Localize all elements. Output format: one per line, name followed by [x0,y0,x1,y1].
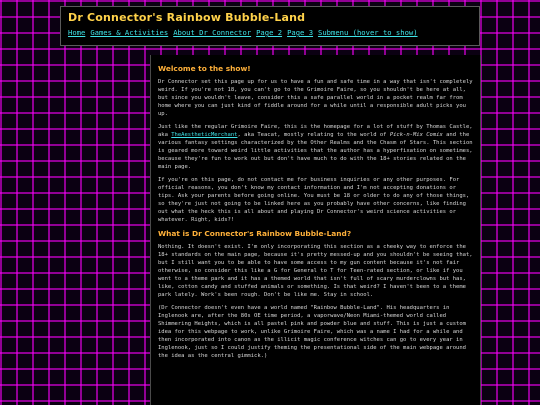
what-paragraph-1: Nothing. It doesn't exist. I'm only inco… [158,244,473,298]
aesthetic-merchant-link[interactable]: TheAestheticMerchant [171,132,237,138]
nav-home[interactable]: Home [68,28,85,37]
nav-page-3[interactable]: Page 3 [287,28,313,37]
welcome-paragraph-3: If you're on this page, do not contact m… [158,177,470,223]
welcome-heading: Welcome to the show! [158,64,251,73]
site-title: Dr Connector's Rainbow Bubble-Land [68,11,306,24]
what-is-heading: What is Dr Connector's Rainbow Bubble-La… [158,229,352,238]
what-paragraph-2: (Dr Connector doesn't even have a world … [158,305,466,359]
nav-games-activities[interactable]: Games & Activities [90,28,168,37]
welcome-p2-text-b: , aka Teacat, mostly relating to the wor… [237,132,390,138]
nav-bar: Home Games & Activities About Dr Connector… [68,28,472,38]
nav-page-2[interactable]: Page 2 [256,28,282,37]
welcome-paragraph-1: Dr Connector set this page up for us to … [158,79,473,117]
welcome-paragraph-2: Just like the regular Grimoire Faire, th… [158,123,474,171]
nav-submenu[interactable]: Submenu (hover to show) [318,28,418,37]
site-header: Dr Connector's Rainbow Bubble-Land Home G… [60,6,480,46]
nav-about[interactable]: About Dr Connector [173,28,251,37]
pick-n-mix-title: Pick-n-Mix Comix [389,132,443,138]
main-content[interactable]: Welcome to the show! Dr Connector set th… [150,55,481,405]
